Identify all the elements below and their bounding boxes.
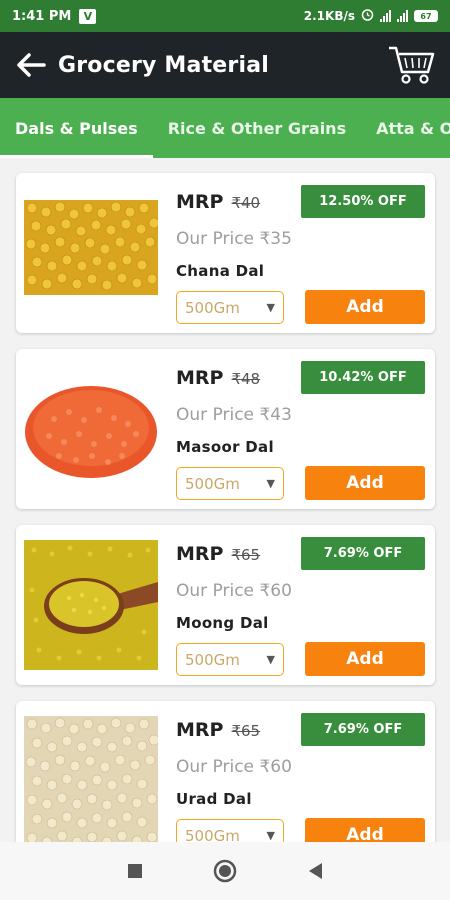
triangle-back-icon[interactable] — [295, 851, 335, 891]
price-row: Our Price ₹60 — [176, 581, 292, 601]
product-name: Urad Dal — [176, 790, 252, 808]
app-notification-icon: V — [79, 8, 97, 24]
price-label: Our Price — [176, 229, 255, 249]
mrp-row: MRP ₹48 — [176, 367, 260, 389]
urad-dal-image — [24, 716, 158, 842]
square-icon[interactable] — [115, 851, 155, 891]
mrp-label: MRP — [176, 191, 224, 213]
product-card: MRP ₹48 10.42% OFF Our Price ₹43 Masoor … — [16, 349, 435, 509]
product-card: MRP ₹65 7.69% OFF Our Price ₹60 Urad Dal… — [16, 701, 435, 842]
add-button[interactable]: Add — [305, 290, 425, 324]
discount-badge: 12.50% OFF — [301, 185, 425, 218]
mrp-label: MRP — [176, 367, 224, 389]
price-label: Our Price — [176, 757, 255, 777]
product-name: Masoor Dal — [176, 438, 274, 456]
shopping-cart-icon[interactable] — [386, 42, 436, 88]
chevron-down-icon: ▼ — [266, 653, 275, 666]
price-label: Our Price — [176, 405, 255, 425]
mrp-value: ₹65 — [231, 546, 261, 564]
tab-rice-grains[interactable]: Rice & Other Grains — [153, 98, 361, 158]
mrp-label: MRP — [176, 543, 224, 565]
tab-dals-pulses[interactable]: Dals & Pulses — [0, 98, 153, 158]
battery-icon: 67 — [414, 10, 438, 22]
mrp-value: ₹48 — [231, 370, 261, 388]
price-value: ₹35 — [259, 229, 292, 249]
alarm-icon — [361, 8, 374, 24]
quantity-value: 500Gm — [185, 298, 240, 317]
price-row: Our Price ₹60 — [176, 757, 292, 777]
quantity-select[interactable]: 500Gm ▼ — [176, 819, 284, 842]
discount-badge: 10.42% OFF — [301, 361, 425, 394]
signal-icon — [380, 10, 391, 22]
category-tabs: Dals & Pulses Rice & Other Grains Atta &… — [0, 98, 450, 158]
quantity-select[interactable]: 500Gm ▼ — [176, 291, 284, 324]
chevron-down-icon: ▼ — [266, 301, 275, 314]
status-bar: 1:41 PM V 2.1KB/s 67 — [0, 0, 450, 32]
price-label: Our Price — [176, 581, 255, 601]
product-list[interactable]: MRP ₹40 12.50% OFF Our Price ₹35 Chana D… — [0, 158, 450, 842]
quantity-value: 500Gm — [185, 650, 240, 669]
price-row: Our Price ₹43 — [176, 405, 292, 425]
mrp-row: MRP ₹65 — [176, 719, 260, 741]
arrow-left-icon[interactable] — [14, 48, 48, 82]
quantity-select[interactable]: 500Gm ▼ — [176, 643, 284, 676]
product-name: Chana Dal — [176, 262, 265, 280]
discount-badge: 7.69% OFF — [301, 537, 425, 570]
masoor-dal-image — [24, 364, 158, 494]
price-value: ₹43 — [259, 405, 292, 425]
add-button[interactable]: Add — [305, 466, 425, 500]
discount-badge: 7.69% OFF — [301, 713, 425, 746]
chevron-down-icon: ▼ — [266, 829, 275, 842]
page-title: Grocery Material — [58, 52, 269, 78]
quantity-value: 500Gm — [185, 474, 240, 493]
mrp-row: MRP ₹65 — [176, 543, 260, 565]
product-name: Moong Dal — [176, 614, 269, 632]
price-value: ₹60 — [259, 581, 292, 601]
chana-dal-image — [24, 188, 158, 318]
circle-icon[interactable] — [205, 851, 245, 891]
mrp-row: MRP ₹40 — [176, 191, 260, 213]
quantity-select[interactable]: 500Gm ▼ — [176, 467, 284, 500]
tab-atta[interactable]: Atta & O — [361, 98, 450, 158]
mrp-value: ₹65 — [231, 722, 261, 740]
app-bar: Grocery Material — [0, 32, 450, 98]
product-card: MRP ₹40 12.50% OFF Our Price ₹35 Chana D… — [16, 173, 435, 333]
price-value: ₹60 — [259, 757, 292, 777]
mrp-value: ₹40 — [231, 194, 261, 212]
system-nav-bar — [0, 842, 450, 900]
status-time: 1:41 PM — [12, 8, 72, 24]
product-card: MRP ₹65 7.69% OFF Our Price ₹60 Moong Da… — [16, 525, 435, 685]
signal-icon-2 — [397, 10, 408, 22]
mrp-label: MRP — [176, 719, 224, 741]
price-row: Our Price ₹35 — [176, 229, 292, 249]
add-button[interactable]: Add — [305, 642, 425, 676]
network-speed: 2.1KB/s — [303, 9, 355, 23]
quantity-value: 500Gm — [185, 826, 240, 843]
add-button[interactable]: Add — [305, 818, 425, 842]
moong-dal-image — [24, 540, 158, 670]
chevron-down-icon: ▼ — [266, 477, 275, 490]
